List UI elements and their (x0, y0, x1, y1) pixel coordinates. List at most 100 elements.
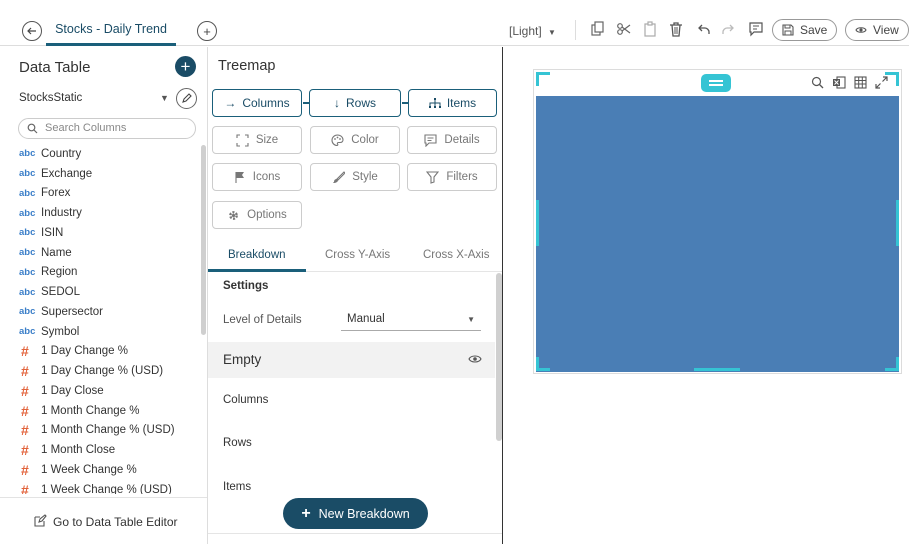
data-table-title: Data Table (19, 59, 91, 76)
brush-icon (333, 170, 346, 183)
column-list-scrollbar[interactable] (201, 145, 206, 335)
size-button[interactable]: Size (212, 126, 302, 154)
column-name: Industry (41, 207, 82, 220)
list-item[interactable]: #1 Month Change % (USD) (19, 421, 199, 441)
breakdown-header[interactable]: Empty (208, 342, 495, 378)
level-of-details-label: Level of Details (223, 314, 302, 326)
plus-icon: + (180, 57, 191, 76)
color-button[interactable]: Color (310, 126, 400, 154)
options-button[interactable]: Options (212, 201, 302, 229)
icons-button[interactable]: Icons (212, 163, 302, 191)
list-item[interactable]: abc SEDOL (19, 282, 199, 302)
view-button[interactable]: View (845, 19, 909, 41)
resize-handle[interactable] (536, 200, 539, 246)
list-item[interactable]: abc Symbol (19, 322, 199, 342)
list-item[interactable]: abc ISIN (19, 223, 199, 243)
rows-button[interactable]: ↓ Rows (309, 89, 401, 117)
text-type-icon: abc (19, 168, 36, 180)
hierarchy-icon (428, 97, 441, 108)
comment-icon[interactable] (747, 20, 765, 38)
treemap-visualization[interactable] (533, 69, 902, 374)
list-item[interactable]: abc Name (19, 243, 199, 263)
breakdown-tabs: Breakdown Cross Y-Axis Cross X-Axis (208, 240, 502, 272)
chevron-down-icon: ▼ (467, 315, 475, 324)
excel-export-icon[interactable] (832, 76, 846, 89)
size-label: Size (255, 134, 279, 146)
style-button[interactable]: Style (310, 163, 400, 191)
search-columns-input[interactable]: Search Columns (18, 118, 196, 139)
tab-cross-x-axis[interactable]: Cross X-Axis (423, 249, 489, 261)
resize-handle[interactable] (536, 72, 550, 86)
text-type-icon: abc (19, 286, 36, 298)
column-name: ISIN (41, 226, 64, 239)
columns-label: Columns (242, 96, 290, 110)
search-icon[interactable] (811, 76, 824, 89)
cut-icon[interactable] (615, 20, 633, 38)
redo-icon[interactable] (719, 20, 737, 38)
details-button[interactable]: Details (407, 126, 497, 154)
edit-data-source-button[interactable] (176, 88, 197, 109)
resize-handle[interactable] (536, 357, 550, 371)
numeric-type-icon: # (21, 481, 29, 494)
add-column-button[interactable]: + (175, 56, 196, 77)
list-item[interactable]: abc Country (19, 144, 199, 164)
settings-scrollbar[interactable] (496, 273, 502, 441)
tab-breakdown[interactable]: Breakdown (228, 249, 286, 261)
data-source-select[interactable]: StocksStatic (19, 92, 82, 104)
breakdown-items[interactable]: Items (223, 481, 251, 493)
paste-icon[interactable] (641, 20, 659, 38)
column-name: Country (41, 147, 82, 160)
table-icon[interactable] (854, 76, 867, 89)
filter-icon (426, 170, 440, 184)
new-breakdown-button[interactable]: + New Breakdown (283, 498, 428, 529)
list-item[interactable]: abc Exchange (19, 164, 199, 184)
arrow-down-icon: ↓ (333, 96, 340, 110)
data-table-editor-link[interactable]: Go to Data Table Editor (0, 497, 207, 544)
items-button[interactable]: Items (408, 89, 497, 117)
resize-handle[interactable] (885, 72, 899, 86)
text-type-icon: abc (19, 207, 36, 219)
list-item[interactable]: #1 Week Change % (USD) (19, 480, 199, 494)
column-name: Exchange (41, 167, 93, 180)
add-tab-button[interactable]: + (197, 21, 217, 41)
numeric-type-icon: # (21, 461, 29, 478)
list-item[interactable]: abc Forex (19, 184, 199, 204)
tab-cross-y-axis[interactable]: Cross Y-Axis (325, 249, 390, 261)
column-name: 1 Week Change % (USD) (41, 483, 172, 494)
undo-icon[interactable] (695, 20, 713, 38)
delete-icon[interactable] (667, 20, 685, 38)
save-label: Save (800, 23, 828, 37)
list-item[interactable]: abc Industry (19, 203, 199, 223)
resize-handle[interactable] (694, 368, 740, 371)
eye-icon[interactable] (468, 354, 482, 364)
list-item[interactable]: abc Supersector (19, 302, 199, 322)
chevron-down-icon[interactable]: ▼ (160, 93, 169, 103)
color-label: Color (351, 134, 379, 146)
list-item[interactable]: abc Region (19, 263, 199, 283)
settings-heading: Settings (223, 280, 269, 292)
items-label: Items (446, 96, 477, 110)
treemap-area[interactable] (536, 96, 899, 372)
filters-button[interactable]: Filters (407, 163, 497, 191)
list-item[interactable]: #1 Month Change % (19, 401, 199, 421)
resize-handle[interactable] (896, 200, 899, 246)
list-item[interactable]: #1 Month Close (19, 440, 199, 460)
breakdown-rows[interactable]: Rows (223, 437, 252, 449)
breakdown-columns[interactable]: Columns (223, 394, 268, 406)
list-item[interactable]: #1 Day Change % (USD) (19, 361, 199, 381)
level-of-details-select[interactable]: Manual ▼ (341, 308, 481, 331)
resize-handle[interactable] (885, 357, 899, 371)
columns-button[interactable]: → Columns (212, 89, 302, 117)
theme-select[interactable]: [Light] ▼ (509, 24, 556, 38)
dashboard-tab[interactable]: Stocks - Daily Trend (46, 12, 176, 46)
back-button[interactable] (22, 21, 42, 41)
list-item[interactable]: #1 Day Change % (19, 342, 199, 362)
save-button[interactable]: Save (772, 19, 838, 41)
list-item[interactable]: #1 Day Close (19, 381, 199, 401)
copy-icon[interactable] (589, 20, 607, 38)
filters-label: Filters (446, 171, 478, 183)
search-placeholder: Search Columns (45, 122, 127, 134)
drag-handle-icon[interactable] (701, 74, 731, 92)
list-item[interactable]: #1 Week Change % (19, 460, 199, 480)
eye-icon (855, 27, 867, 33)
